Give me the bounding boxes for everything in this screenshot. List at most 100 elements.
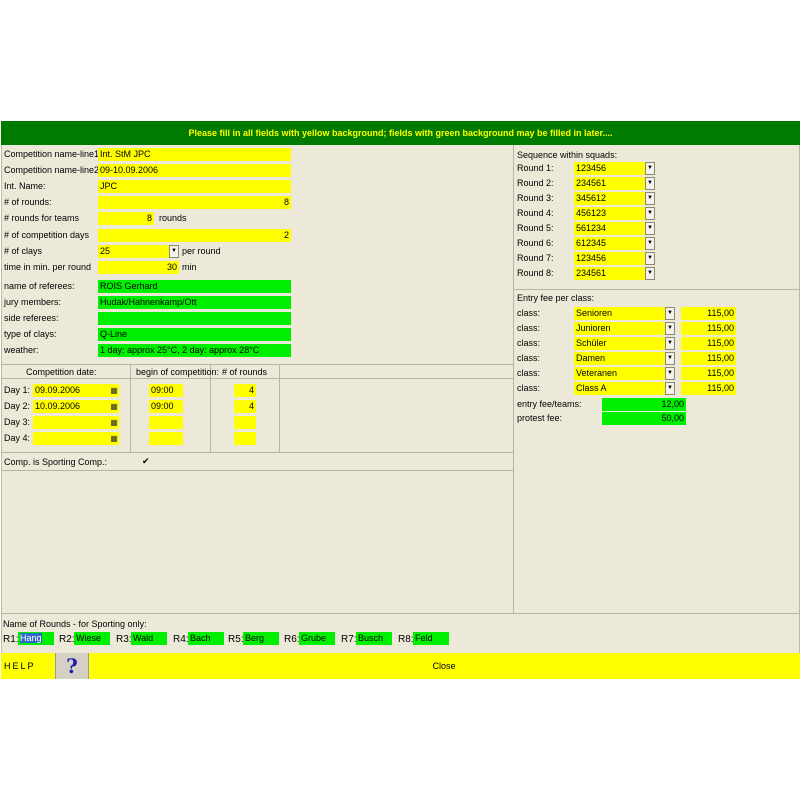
day3-rounds-input[interactable] [234,416,256,429]
sequence-round-7-select[interactable]: 123456 ▼ [574,252,655,265]
class-6-name: Class A [576,383,607,393]
chevron-down-icon[interactable]: ▼ [645,267,655,280]
chevron-down-icon[interactable]: ▼ [665,382,675,395]
close-button[interactable]: Close [89,653,799,679]
round-name-8-input[interactable]: Feld [413,632,449,645]
round-name-4-input[interactable]: Bach [188,632,224,645]
weather-label: weather: [4,345,39,355]
calendar-icon[interactable]: ▦ [109,385,119,396]
sequence-round-2-select[interactable]: 234561 ▼ [574,177,655,190]
round-name-1-input[interactable]: Hang [18,632,54,645]
help-question-icon[interactable]: ? [55,653,89,679]
sequence-round-8-select[interactable]: 234561 ▼ [574,267,655,280]
weather-input[interactable]: 1 day: approx 25°C, 2 day: approx 28°C [98,344,291,357]
round-name-1-value: Hang [20,633,42,643]
protest-fee-input[interactable]: 50,00 [602,412,686,425]
team-fee-input[interactable]: 12,00 [602,398,686,411]
clay-type-input[interactable]: Q-Line [98,328,291,341]
day3-date-input[interactable]: ▦ [33,416,119,429]
days-col-divider-1 [130,364,131,452]
rounds-teams-input[interactable]: 8 [98,212,154,225]
calendar-icon[interactable]: ▦ [109,417,119,428]
sequence-round-5-select[interactable]: 561234 ▼ [574,222,655,235]
chevron-down-icon[interactable]: ▼ [169,245,179,258]
day4-begin-input[interactable] [149,432,183,445]
day1-date-value: 09.09.2006 [35,385,81,395]
col-competition-date: Competition date: [26,367,97,377]
sporting-checkbox[interactable]: ✔ [142,455,150,468]
round-name-7-input[interactable]: Busch [356,632,392,645]
round-name-3-label: R3: [116,634,132,645]
col-begin-competition: begin of competition: [136,367,220,377]
class-2-select[interactable]: Junioren ▼ [574,322,675,335]
class-1-select[interactable]: Senioren ▼ [574,307,675,320]
day1-rounds-input[interactable]: 4 [234,384,256,397]
class-4-fee-input[interactable]: 115,00 [681,352,736,365]
class-4-select[interactable]: Damen ▼ [574,352,675,365]
sequence-round-3-select[interactable]: 345612 ▼ [574,192,655,205]
round-name-3-input[interactable]: Wald [131,632,167,645]
jury-input[interactable]: Hudak/Hahnenkamp/Ott [98,296,291,309]
class-6-label: class: [517,383,541,393]
day2-rounds-input[interactable]: 4 [234,400,256,413]
comp-days-input[interactable]: 2 [98,229,291,242]
side-referees-input[interactable] [98,312,291,325]
day1-label: Day 1: [4,385,31,395]
day2-date-value: 10.09.2006 [35,401,81,411]
chevron-down-icon[interactable]: ▼ [665,337,675,350]
day2-date-input[interactable]: 10.09.2006 ▦ [33,400,119,413]
calendar-icon[interactable]: ▦ [109,401,119,412]
name-line1-input[interactable]: Int. StM JPC [98,148,291,161]
rounds-input[interactable]: 8 [98,196,291,209]
chevron-down-icon[interactable]: ▼ [645,177,655,190]
team-fee-label: entry fee/teams: [517,399,582,409]
clays-label: # of clays [4,246,43,256]
day2-begin-input[interactable]: 09:00 [149,400,183,413]
sequence-round-5-value: 561234 [576,223,607,233]
day4-rounds-input[interactable] [234,432,256,445]
round-name-5-input[interactable]: Berg [243,632,279,645]
sporting-label: Comp. is Sporting Comp.: [4,457,108,467]
name-line2-input[interactable]: 09-10.09.2006 [98,164,291,177]
class-5-fee-input[interactable]: 115,00 [681,367,736,380]
day3-begin-input[interactable] [149,416,183,429]
round-name-2-value: Wiese [76,633,102,643]
time-input[interactable]: 30 [98,261,179,274]
chevron-down-icon[interactable]: ▼ [645,162,655,175]
chevron-down-icon[interactable]: ▼ [665,322,675,335]
class-5-select[interactable]: Veteranen ▼ [574,367,675,380]
chevron-down-icon[interactable]: ▼ [645,237,655,250]
chevron-down-icon[interactable]: ▼ [665,307,675,320]
class-2-fee-input[interactable]: 115,00 [681,322,736,335]
round-name-6-input[interactable]: Grube [299,632,335,645]
chevron-down-icon[interactable]: ▼ [645,207,655,220]
class-6-fee-input[interactable]: 115,00 [681,382,736,395]
class-1-fee-input[interactable]: 115,00 [681,307,736,320]
class-6-select[interactable]: Class A ▼ [574,382,675,395]
sequence-round-1-select[interactable]: 123456 ▼ [574,162,655,175]
chevron-down-icon[interactable]: ▼ [665,367,675,380]
int-name-input[interactable]: JPC [98,180,291,193]
sequence-round-6-select[interactable]: 612345 ▼ [574,237,655,250]
bottom-divider [1,613,799,614]
day1-begin-input[interactable]: 09:00 [149,384,183,397]
col-num-rounds: # of rounds [222,367,268,377]
help-label[interactable]: HELP [4,653,52,679]
round-name-5-value: Berg [245,633,265,643]
chevron-down-icon[interactable]: ▼ [645,252,655,265]
chevron-down-icon[interactable]: ▼ [645,222,655,235]
comp-days-label: # of competition days [4,230,90,240]
calendar-icon[interactable]: ▦ [109,433,119,444]
class-3-select[interactable]: Schüler ▼ [574,337,675,350]
day1-date-input[interactable]: 09.09.2006 ▦ [33,384,119,397]
round-name-2-input[interactable]: Wiese [74,632,110,645]
rounds-teams-label: # rounds for teams [4,213,80,223]
sequence-round-3-label: Round 3: [517,193,554,203]
chevron-down-icon[interactable]: ▼ [665,352,675,365]
sequence-round-4-select[interactable]: 456123 ▼ [574,207,655,220]
day4-date-input[interactable]: ▦ [33,432,119,445]
chevron-down-icon[interactable]: ▼ [645,192,655,205]
class-3-fee-input[interactable]: 115,00 [681,337,736,350]
clays-select[interactable]: 25 ▼ [98,245,179,258]
referees-input[interactable]: ROIS Gerhard [98,280,291,293]
